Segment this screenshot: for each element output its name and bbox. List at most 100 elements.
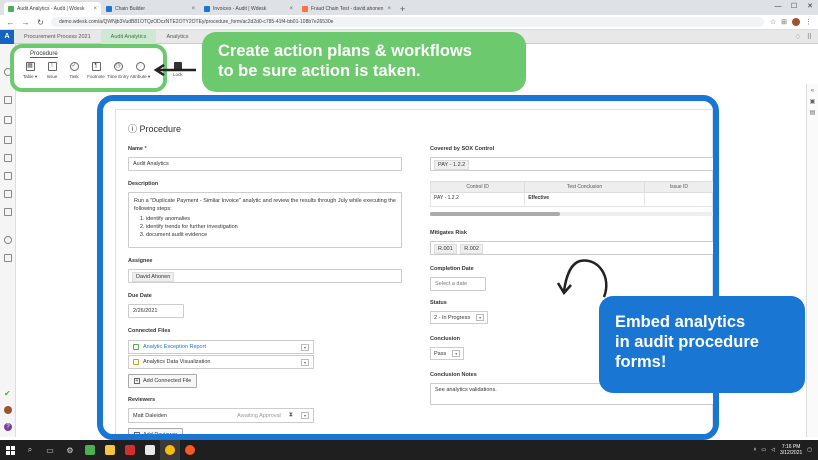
url-input[interactable]: demo.wdesk.com/a/QWNjb3VudB81OTQzODczNTE…: [51, 17, 764, 27]
collapse-icon[interactable]: «: [807, 88, 818, 94]
browser-tab-chain-builder[interactable]: Chain Builder ×: [102, 2, 199, 15]
task-view-icon[interactable]: ▭: [40, 440, 60, 460]
toolbar-label: Table ▾: [22, 74, 38, 79]
page-icon[interactable]: [4, 154, 12, 162]
extensions-icon[interactable]: ⊞: [781, 18, 787, 26]
bell-icon[interactable]: ♢: [795, 33, 801, 41]
column-header: Test Conclusion: [524, 181, 645, 193]
risk-chip[interactable]: R.001: [434, 244, 457, 254]
profile-avatar[interactable]: [792, 18, 800, 26]
assignee-field[interactable]: David Ahonen: [128, 269, 402, 283]
browser-tab-audit-analytics[interactable]: Audit Analytics - Audit | Wdesk ×: [4, 2, 101, 15]
close-icon[interactable]: ×: [191, 6, 195, 12]
check-icon[interactable]: ✔: [4, 390, 12, 398]
add-connected-file-button[interactable]: + Add Connected File: [128, 374, 198, 388]
back-arrow-icon[interactable]: ←: [6, 18, 15, 27]
status-select[interactable]: 2 - In Progress ▾: [430, 311, 489, 324]
description-field[interactable]: Run a "Duplicate Payment - Similar Invoi…: [128, 192, 402, 248]
completion-date-field[interactable]: Select a date: [430, 277, 486, 291]
table-icon[interactable]: [4, 116, 12, 124]
start-button[interactable]: [0, 440, 20, 460]
toolbar-task-button[interactable]: ✓ Task: [66, 62, 82, 80]
taskbar-app[interactable]: [140, 440, 160, 460]
chrome-icon: [165, 445, 175, 455]
close-icon[interactable]: ×: [93, 6, 97, 12]
taskbar-app-chrome[interactable]: [160, 440, 180, 460]
sox-chip[interactable]: PAY - 1.2.2: [434, 160, 470, 170]
taskbar-app[interactable]: [120, 440, 140, 460]
tasks-icon[interactable]: [4, 254, 12, 262]
connected-file-row[interactable]: Analytic Exception Report ▾: [128, 340, 314, 354]
callout-text: in audit procedure: [615, 333, 759, 351]
toolbar-title: Procedure: [30, 51, 58, 58]
toolbar-time-entry-button[interactable]: ◷ Time Entry: [107, 62, 129, 80]
app-icon: [185, 445, 195, 455]
conclusion-select[interactable]: Pass ▾: [430, 347, 465, 360]
notification-icon[interactable]: ▢: [807, 447, 812, 453]
due-date-field[interactable]: 2/26/2021: [128, 304, 184, 318]
document-icon[interactable]: [4, 96, 12, 104]
database-icon[interactable]: [4, 236, 12, 244]
app-logo[interactable]: A: [0, 29, 14, 44]
connected-file-row[interactable]: Analytics Data Visualization ▾: [128, 355, 314, 369]
panel-icon[interactable]: ▣: [807, 98, 818, 105]
table-scrollbar[interactable]: [430, 212, 713, 216]
taskbar-app[interactable]: [100, 440, 120, 460]
app-tab-audit-analytics[interactable]: Audit Analytics: [100, 29, 157, 44]
column-header: Control ID: [429, 181, 526, 193]
close-icon[interactable]: ×: [387, 6, 391, 12]
app-favicon-icon: [106, 5, 112, 12]
minimize-button[interactable]: —: [770, 0, 786, 13]
list-icon[interactable]: [4, 136, 12, 144]
help-icon[interactable]: ?: [4, 423, 12, 431]
file-link[interactable]: Analytics Data Visualization: [143, 359, 210, 365]
reload-icon[interactable]: ↻: [36, 18, 45, 27]
forward-arrow-icon[interactable]: →: [21, 18, 30, 27]
toolbar-attribute-button[interactable]: ◌ Attribute ▾: [130, 62, 150, 80]
new-tab-button[interactable]: +: [396, 4, 409, 15]
risk-chip[interactable]: R.002: [460, 244, 483, 254]
name-field[interactable]: Audit Analytics: [128, 157, 402, 171]
toolbar-footnote-button[interactable]: ¶ Footnote: [87, 62, 105, 80]
settings-icon[interactable]: ⚙: [60, 440, 80, 460]
file-link[interactable]: Analytic Exception Report: [143, 344, 206, 350]
user-avatar[interactable]: [4, 406, 12, 414]
toolbar-issue-button[interactable]: ! Issue: [44, 62, 60, 80]
app-tab-procurement[interactable]: Procurement Process 2021: [14, 30, 101, 44]
mitigates-risk-field[interactable]: R.001 R.002: [430, 241, 713, 255]
close-icon[interactable]: ×: [289, 6, 293, 12]
app-tab-analytics[interactable]: Analytics: [156, 30, 198, 44]
volume-icon[interactable]: ◁: [771, 447, 775, 453]
chart-icon[interactable]: [4, 190, 12, 198]
grid-icon[interactable]: ⠿: [807, 33, 812, 41]
taskbar-app[interactable]: [80, 440, 100, 460]
scrollbar-thumb[interactable]: [430, 212, 560, 216]
maximize-button[interactable]: ☐: [786, 0, 802, 13]
plus-icon: +: [134, 432, 140, 438]
browser-tab-invoices[interactable]: Invoices - Audit | Wdesk ×: [200, 2, 297, 15]
close-window-button[interactable]: ✕: [802, 0, 818, 13]
table-row[interactable]: PAY - 1.2.2 Effective: [429, 192, 713, 207]
sox-control-field[interactable]: PAY - 1.2.2: [430, 157, 713, 171]
taskbar-app[interactable]: [180, 440, 200, 460]
toolbar-table-button[interactable]: ▦ Table ▾: [22, 62, 38, 80]
chevron-down-icon[interactable]: ▾: [301, 412, 309, 419]
label-text: Name: [128, 146, 143, 152]
comment-icon[interactable]: ▤: [807, 109, 818, 116]
chevron-down-icon[interactable]: ▾: [301, 358, 309, 366]
menu-icon[interactable]: ⋮: [805, 18, 812, 26]
button-label: Add Connected File: [143, 378, 192, 384]
reviewer-row[interactable]: Matt Daleiden Awaiting Approval ⧗ ▾: [128, 408, 314, 423]
assignee-chip[interactable]: David Ahonen: [132, 272, 175, 282]
reviewer-status: Awaiting Approval: [237, 412, 281, 419]
browser-tab-fraud-chain[interactable]: Fraud Chain Test - david.ahonen ×: [298, 2, 395, 15]
clock[interactable]: 7:16 PM 3/12/2021: [780, 444, 802, 456]
network-icon[interactable]: ▭: [761, 447, 766, 453]
search-icon[interactable]: ⌕: [20, 440, 40, 460]
folder-icon[interactable]: [4, 172, 12, 180]
chevron-up-icon[interactable]: ˄: [754, 447, 757, 453]
file-icon[interactable]: [4, 208, 12, 216]
add-reviewer-button[interactable]: + Add Reviewer: [128, 428, 184, 438]
star-icon[interactable]: ☆: [770, 18, 776, 26]
chevron-down-icon[interactable]: ▾: [301, 343, 309, 351]
